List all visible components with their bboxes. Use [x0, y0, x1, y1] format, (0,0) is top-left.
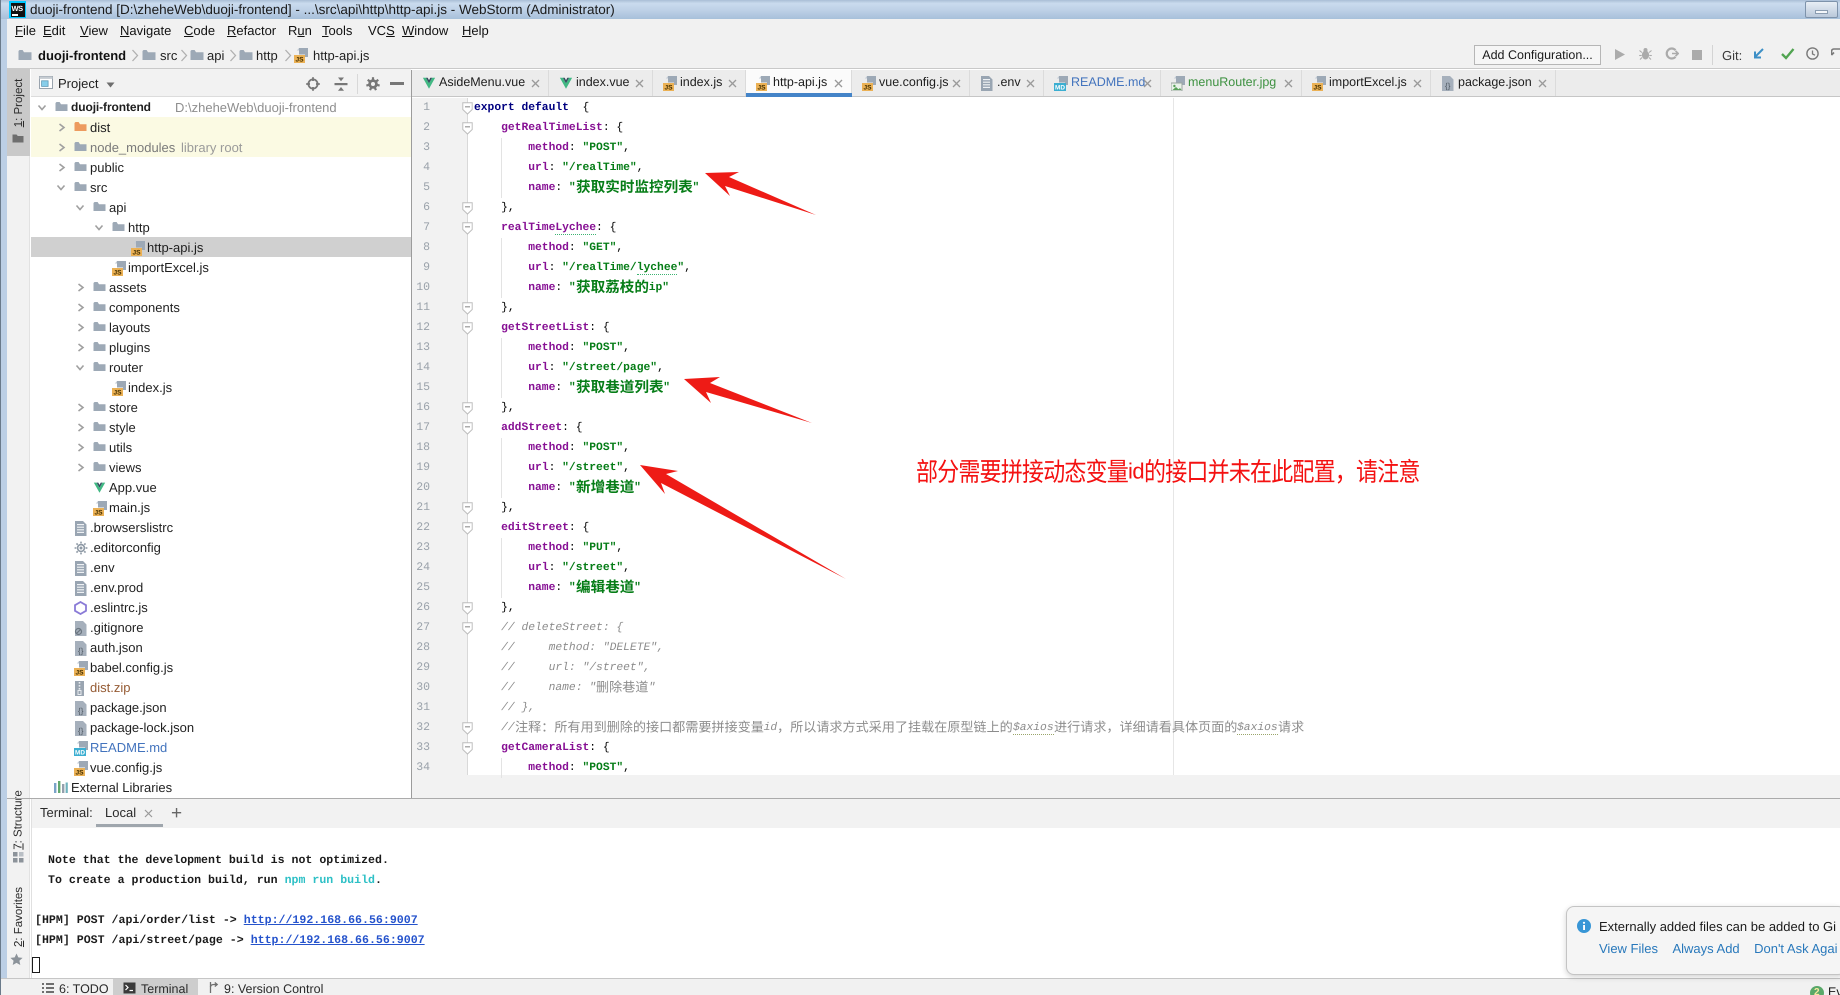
svg-text:JS: JS: [757, 85, 766, 91]
svg-text:JS: JS: [863, 85, 872, 91]
svg-text:{}: {}: [78, 707, 84, 716]
svg-text:JS: JS: [1313, 85, 1322, 91]
svg-text:JS: JS: [94, 510, 103, 516]
svg-text:{}: {}: [1445, 82, 1451, 91]
svg-text:JS: JS: [295, 57, 304, 63]
svg-text:JS: JS: [113, 390, 122, 396]
svg-text:JS: JS: [75, 770, 84, 776]
svg-text:{}: {}: [78, 647, 84, 656]
svg-text:{}: {}: [78, 727, 84, 736]
svg-text:MD: MD: [75, 750, 85, 756]
svg-text:JS: JS: [113, 270, 122, 276]
svg-text:JS: JS: [664, 85, 673, 91]
svg-text:MD: MD: [1055, 85, 1065, 91]
svg-text:JS: JS: [75, 670, 84, 676]
svg-text:JS: JS: [132, 250, 141, 256]
